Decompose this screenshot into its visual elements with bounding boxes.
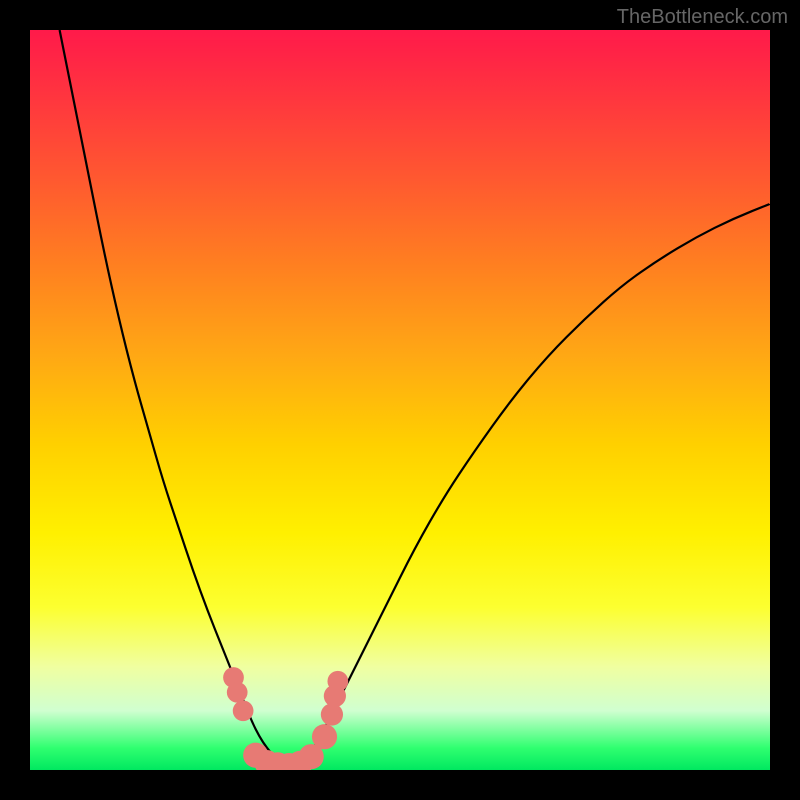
watermark-text: TheBottleneck.com bbox=[617, 6, 788, 29]
chart-container: TheBottleneck.com bbox=[0, 0, 800, 800]
plot-background bbox=[30, 30, 770, 770]
